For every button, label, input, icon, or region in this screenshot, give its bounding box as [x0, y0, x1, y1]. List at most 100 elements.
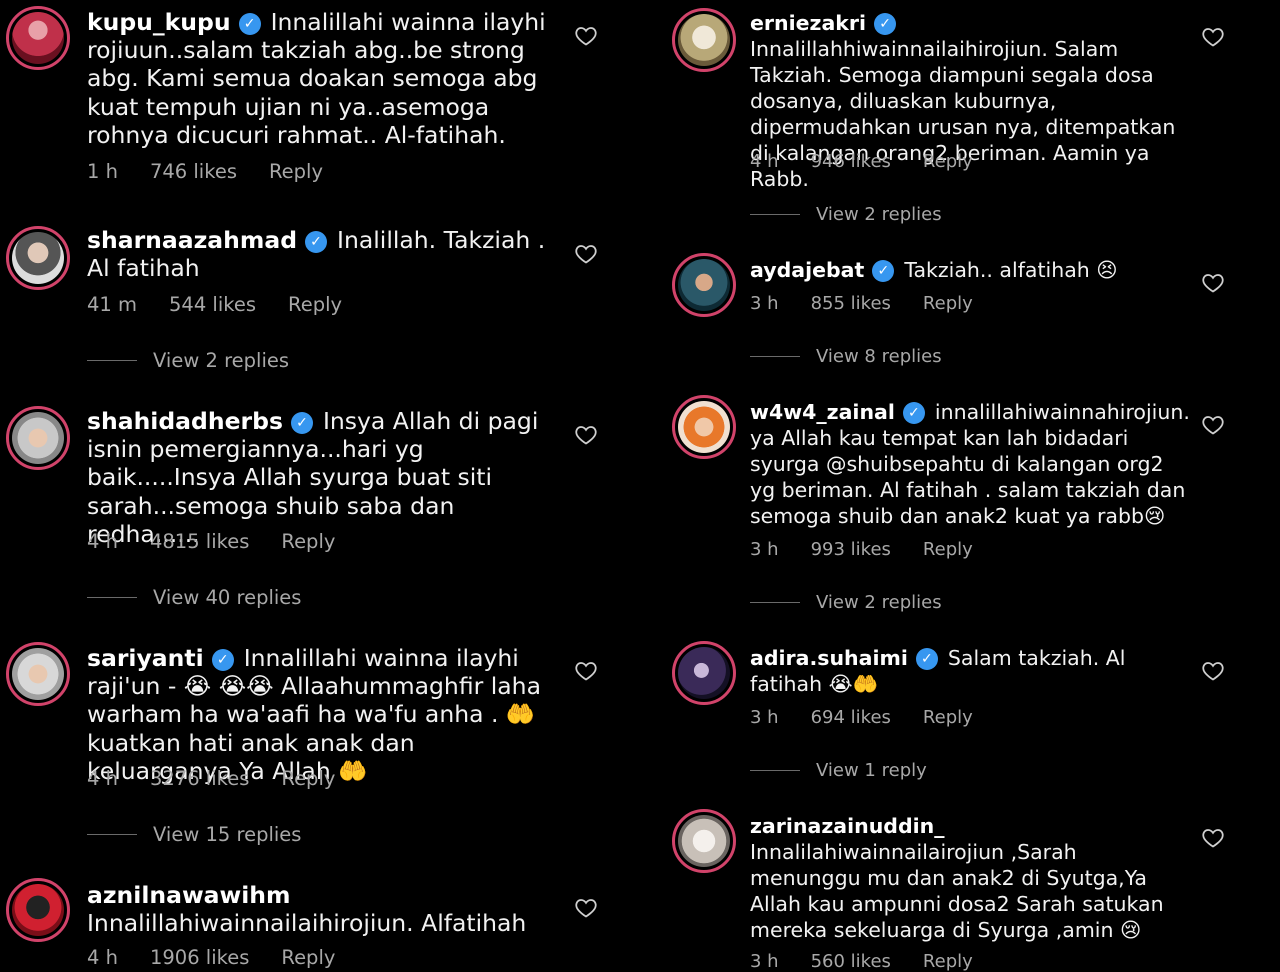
username[interactable]: w4w4_zainal — [750, 400, 895, 424]
username[interactable]: adira.suhaimi — [750, 646, 908, 670]
like-count[interactable]: 544 likes — [169, 293, 256, 316]
like-count[interactable]: 993 likes — [811, 539, 891, 560]
comment-meta: 4 h 4815 likes Reply — [87, 530, 367, 553]
comment-meta: 3 h 993 likes Reply — [750, 539, 1005, 560]
username[interactable]: sharnaazahmad — [87, 226, 297, 254]
reply-button[interactable]: Reply — [923, 293, 973, 314]
verified-badge-icon: ✓ — [874, 13, 897, 35]
reply-button[interactable]: Reply — [923, 151, 973, 172]
username[interactable]: shahidadherbs — [87, 407, 283, 435]
comment-time: 41 m — [87, 293, 138, 316]
like-heart-icon[interactable] — [574, 423, 598, 447]
view-replies-button[interactable]: View 2 replies — [750, 592, 942, 613]
avatar[interactable] — [6, 642, 70, 706]
like-count[interactable]: 1906 likes — [150, 946, 249, 969]
view-replies-button[interactable]: View 1 reply — [750, 760, 927, 781]
reply-button[interactable]: Reply — [269, 160, 323, 183]
comment-text: Innalilahiwainnailairojiun ,Sarah menung… — [750, 840, 1164, 942]
comment-body: adira.suhaimi ✓ Salam takziah. Al fatihah … — [750, 645, 1190, 697]
comment-meta: 3 h 694 likes Reply — [750, 707, 1005, 728]
verified-badge-icon: ✓ — [902, 402, 925, 424]
divider — [750, 356, 800, 357]
comment-body: shahidadherbs ✓ Insya Allah di pagi isnin … — [87, 407, 557, 548]
like-heart-icon[interactable] — [1201, 25, 1225, 49]
like-count[interactable]: 560 likes — [811, 951, 891, 972]
view-replies-button[interactable]: View 15 replies — [87, 823, 301, 846]
like-heart-icon[interactable] — [1201, 659, 1225, 683]
view-replies-label: View 2 replies — [816, 592, 942, 613]
avatar[interactable] — [6, 226, 70, 290]
avatar[interactable] — [672, 641, 736, 705]
reply-button[interactable]: Reply — [281, 530, 335, 553]
view-replies-label: View 1 reply — [816, 760, 927, 781]
comment-time: 3 h — [750, 293, 779, 314]
divider — [87, 597, 137, 598]
comment-meta: 1 h 746 likes Reply — [87, 160, 355, 183]
comment-meta: 4 h 1906 likes Reply — [87, 946, 367, 969]
comment-time: 3 h — [750, 951, 779, 972]
view-replies-button[interactable]: View 2 replies — [87, 349, 289, 372]
avatar[interactable] — [6, 406, 70, 470]
like-count[interactable]: 3276 likes — [150, 767, 249, 790]
comment-body: sariyanti ✓ Innalillahi wainna ilayhi raji… — [87, 644, 557, 785]
avatar[interactable] — [6, 6, 70, 70]
username[interactable]: kupu_kupu — [87, 8, 231, 36]
like-count[interactable]: 694 likes — [811, 707, 891, 728]
comment-body: zarinazainuddin_ Innalilahiwainnailairoji… — [750, 813, 1190, 943]
avatar[interactable] — [672, 8, 736, 72]
like-count[interactable]: 946 likes — [811, 151, 891, 172]
username[interactable]: erniezakri — [750, 11, 866, 35]
like-count[interactable]: 855 likes — [811, 293, 891, 314]
verified-badge-icon: ✓ — [290, 412, 313, 434]
username[interactable]: aznilnawawihm — [87, 881, 291, 909]
divider — [87, 360, 137, 361]
reply-button[interactable]: Reply — [281, 946, 335, 969]
like-count[interactable]: 746 likes — [150, 160, 237, 183]
comment-time: 4 h — [750, 151, 779, 172]
view-replies-button[interactable]: View 8 replies — [750, 346, 942, 367]
comment-meta: 3 h 855 likes Reply — [750, 293, 1005, 314]
avatar[interactable] — [6, 878, 70, 942]
like-heart-icon[interactable] — [574, 242, 598, 266]
comment-meta: 4 h 946 likes Reply — [750, 151, 1005, 172]
comment-text: Innalillahiwainnailaihirojiun. Alfatihah — [87, 909, 527, 938]
comment-time: 4 h — [87, 946, 118, 969]
reply-button[interactable]: Reply — [923, 707, 973, 728]
divider — [750, 214, 800, 215]
view-replies-label: View 8 replies — [816, 346, 942, 367]
reply-button[interactable]: Reply — [288, 293, 342, 316]
comment-meta: 3 h 560 likes Reply — [750, 951, 1005, 972]
verified-badge-icon: ✓ — [305, 231, 328, 253]
avatar[interactable] — [672, 809, 736, 873]
like-heart-icon[interactable] — [574, 24, 598, 48]
reply-button[interactable]: Reply — [923, 539, 973, 560]
view-replies-label: View 2 replies — [153, 349, 290, 372]
avatar[interactable] — [672, 395, 736, 459]
view-replies-label: View 15 replies — [153, 823, 302, 846]
like-heart-icon[interactable] — [1201, 271, 1225, 295]
divider — [750, 602, 800, 603]
view-replies-button[interactable]: View 40 replies — [87, 586, 301, 609]
like-heart-icon[interactable] — [1201, 826, 1225, 850]
like-count[interactable]: 4815 likes — [150, 530, 249, 553]
reply-button[interactable]: Reply — [281, 767, 335, 790]
comment-time: 1 h — [87, 160, 118, 183]
comment-meta: 41 m 544 likes Reply — [87, 293, 374, 316]
view-replies-button[interactable]: View 2 replies — [750, 204, 942, 225]
verified-badge-icon: ✓ — [238, 13, 261, 35]
comment-time: 3 h — [750, 707, 779, 728]
verified-badge-icon: ✓ — [211, 649, 234, 671]
comment-body: kupu_kupu ✓ Innalillahi wainna ilayhi roji… — [87, 8, 557, 149]
avatar[interactable] — [672, 253, 736, 317]
like-heart-icon[interactable] — [1201, 413, 1225, 437]
username[interactable]: sariyanti — [87, 644, 204, 672]
comment-text: Takziah.. alfatihah 😣 — [904, 258, 1118, 282]
like-heart-icon[interactable] — [574, 896, 598, 920]
comment-body: sharnaazahmad ✓ Inalillah. Takziah . Al fa… — [87, 226, 557, 282]
reply-button[interactable]: Reply — [923, 951, 973, 972]
username[interactable]: aydajebat — [750, 258, 864, 282]
verified-badge-icon: ✓ — [872, 260, 895, 282]
username[interactable]: zarinazainuddin_ — [750, 814, 945, 838]
comment-time: 3 h — [750, 539, 779, 560]
like-heart-icon[interactable] — [574, 659, 598, 683]
